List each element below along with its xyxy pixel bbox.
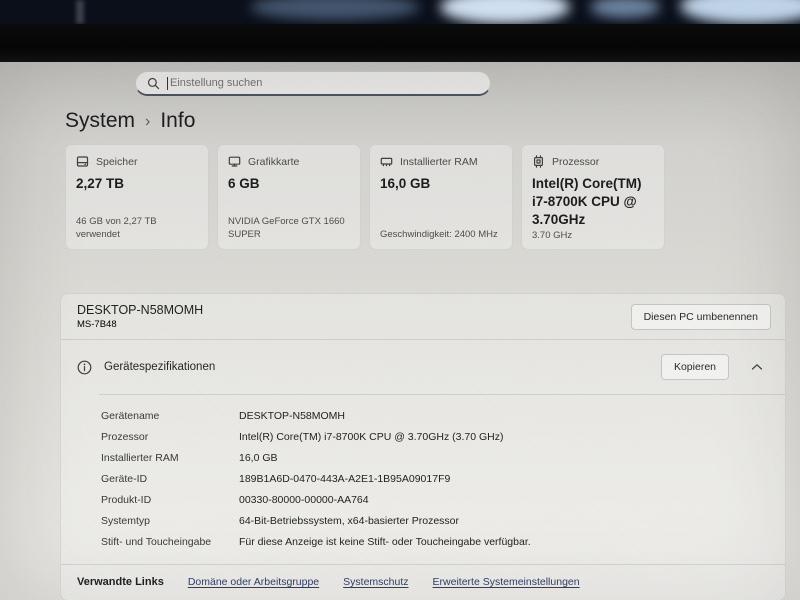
- gpu-icon: [228, 155, 241, 168]
- ram-card: Installierter RAM 16,0 GB Geschwindigkei…: [369, 144, 513, 250]
- gpu-card: Grafikkarte 6 GB NVIDIA GeForce GTX 1660…: [217, 144, 361, 250]
- summary-cards: Speicher 2,27 TB 46 GB von 2,27 TB verwe…: [65, 144, 800, 250]
- card-value: 6 GB: [228, 175, 350, 193]
- window-light-reflection: [250, 0, 420, 20]
- link-system-protection[interactable]: Systemschutz: [343, 576, 408, 588]
- spec-label: Prozessor: [101, 431, 239, 443]
- link-domain-workgroup[interactable]: Domäne oder Arbeitsgruppe: [188, 576, 319, 588]
- storage-card: Speicher 2,27 TB 46 GB von 2,27 TB verwe…: [65, 144, 209, 250]
- search-icon: [147, 77, 160, 90]
- related-links-label: Verwandte Links: [77, 576, 164, 588]
- spec-label: Systemtyp: [101, 515, 239, 527]
- photo-frame: System › Info Speicher 2,27 TB 46 GB von…: [0, 0, 800, 600]
- text-cursor: [167, 77, 168, 90]
- cpu-icon: [532, 155, 545, 168]
- card-label: Installierter RAM: [400, 156, 478, 168]
- ram-icon: [380, 155, 393, 168]
- spec-value: 189B1A6D-0470-443A-A2E1-1B95A09017F9: [239, 473, 450, 485]
- breadcrumb-system[interactable]: System: [65, 109, 135, 133]
- settings-window: System › Info Speicher 2,27 TB 46 GB von…: [0, 62, 800, 600]
- spec-row: Prozessor Intel(R) Core(TM) i7-8700K CPU…: [101, 426, 769, 447]
- storage-icon: [76, 155, 89, 168]
- spec-label: Geräte-ID: [101, 473, 239, 485]
- card-value: Intel(R) Core(TM) i7-8700K CPU @ 3.70GHz: [532, 175, 654, 230]
- card-label: Grafikkarte: [248, 156, 299, 168]
- background-scene: [0, 0, 800, 24]
- device-model: MS-7B48: [77, 319, 203, 330]
- spec-value: 64-Bit-Betriebssystem, x64-basierter Pro…: [239, 515, 459, 527]
- chevron-up-icon[interactable]: [751, 363, 763, 371]
- window-light-reflection: [680, 0, 800, 24]
- chevron-right-icon: ›: [145, 111, 150, 131]
- spec-value: Intel(R) Core(TM) i7-8700K CPU @ 3.70GHz…: [239, 431, 503, 443]
- window-frame-edge: [76, 0, 84, 24]
- spec-label: Stift- und Toucheingabe: [101, 536, 239, 548]
- spec-row: Stift- und Toucheingabe Für diese Anzeig…: [101, 531, 769, 552]
- window-light-reflection: [440, 0, 570, 24]
- spec-value: Für diese Anzeige ist keine Stift- oder …: [239, 536, 531, 548]
- breadcrumb: System › Info: [65, 109, 800, 133]
- link-advanced-system-settings[interactable]: Erweiterte Systemeinstellungen: [433, 576, 580, 588]
- card-footer: 46 GB von 2,27 TB verwendet: [76, 216, 198, 241]
- page-title: Info: [160, 109, 195, 133]
- card-value: 16,0 GB: [380, 175, 502, 193]
- rename-pc-button[interactable]: Diesen PC umbenennen: [631, 304, 771, 330]
- spec-value: DESKTOP-N58MOMH: [239, 410, 345, 422]
- related-links-row: Verwandte Links Domäne oder Arbeitsgrupp…: [61, 565, 785, 600]
- device-panel: DESKTOP-N58MOMH MS-7B48 Diesen PC umbene…: [60, 293, 786, 600]
- search-area: [0, 62, 800, 96]
- monitor-bezel: [0, 24, 800, 62]
- spec-label: Gerätename: [101, 410, 239, 422]
- card-label: Speicher: [96, 156, 137, 168]
- spec-label: Produkt-ID: [101, 494, 239, 506]
- spec-label: Installierter RAM: [101, 452, 239, 464]
- specs-table: Gerätename DESKTOP-N58MOMH Prozessor Int…: [61, 395, 785, 564]
- search-input[interactable]: [170, 72, 490, 94]
- specs-title: Gerätespezifikationen: [104, 361, 215, 373]
- spec-row: Produkt-ID 00330-80000-00000-AA764: [101, 489, 769, 510]
- device-name-row: DESKTOP-N58MOMH MS-7B48 Diesen PC umbene…: [61, 294, 785, 339]
- spec-row: Geräte-ID 189B1A6D-0470-443A-A2E1-1B95A0…: [101, 468, 769, 489]
- spec-row: Installierter RAM 16,0 GB: [101, 447, 769, 468]
- spec-row: Gerätename DESKTOP-N58MOMH: [101, 405, 769, 426]
- spec-value: 16,0 GB: [239, 452, 278, 464]
- card-value: 2,27 TB: [76, 175, 198, 193]
- spec-row: Systemtyp 64-Bit-Betriebssystem, x64-bas…: [101, 510, 769, 531]
- search-box[interactable]: [135, 71, 491, 96]
- device-specs-expander[interactable]: Gerätespezifikationen Kopieren: [61, 340, 785, 394]
- cpu-card: Prozessor Intel(R) Core(TM) i7-8700K CPU…: [521, 144, 665, 250]
- info-icon: [77, 360, 92, 375]
- device-name: DESKTOP-N58MOMH: [77, 303, 203, 317]
- card-footer: 3.70 GHz: [532, 230, 654, 242]
- copy-button[interactable]: Kopieren: [661, 354, 729, 380]
- spec-value: 00330-80000-00000-AA764: [239, 494, 369, 506]
- card-footer: NVIDIA GeForce GTX 1660 SUPER: [228, 216, 350, 241]
- card-label: Prozessor: [552, 156, 599, 168]
- card-footer: Geschwindigkeit: 2400 MHz: [380, 229, 502, 241]
- window-light-reflection: [590, 0, 660, 18]
